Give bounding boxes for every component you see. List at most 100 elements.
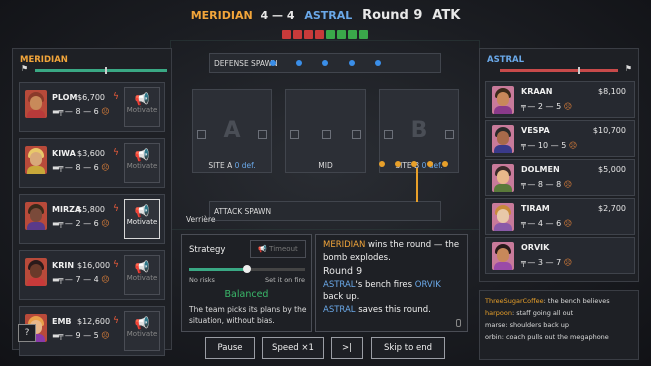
avatar-shirt xyxy=(494,262,512,270)
timeout-button[interactable]: 📢 Timeout xyxy=(250,240,306,258)
gun-icon: ╤ xyxy=(521,141,526,150)
motivate-button[interactable]: 📢 Motivate xyxy=(124,255,160,295)
avatar-face xyxy=(30,264,42,278)
log-round-header: Round 9 xyxy=(323,266,363,277)
motivate-button[interactable]: 📢 Motivate xyxy=(124,311,160,351)
attacker-dot xyxy=(395,161,401,167)
player-name: VESPA xyxy=(521,126,550,135)
player-deaths: 6 xyxy=(93,219,99,228)
avatar-face xyxy=(30,96,42,110)
gun-icon: ╤ xyxy=(521,258,526,267)
gun-icon: ╤ xyxy=(521,219,526,228)
mood-icon: ☹ xyxy=(101,107,110,116)
cover-marker xyxy=(290,130,299,139)
avatar-shirt xyxy=(27,278,45,286)
avatar xyxy=(25,202,47,230)
scroll-indicator[interactable] xyxy=(456,319,461,327)
speed-button[interactable]: Speed ×1 xyxy=(262,337,324,359)
player-name: TIRAM xyxy=(521,204,550,213)
player-card-emb: EMB $12,600 ϟ ▬╤ — 9 — 5 ☹ 📢 Motivate xyxy=(19,306,165,356)
avatar xyxy=(25,146,47,174)
defender-dot xyxy=(322,60,328,66)
player-card-mirza: MIRZA $5,800 ϟ ▬╤ — 2 — 6 ☹ 📢 Motivate xyxy=(19,194,165,244)
round-loss-marker xyxy=(293,30,302,39)
astral-team-bar xyxy=(500,67,618,74)
player-card-tiram: TIRAM $2,700 ╤ — 4 — 6 ☹ xyxy=(485,198,635,235)
megaphone-icon: 📢 xyxy=(134,148,150,162)
player-name: PLOM xyxy=(52,93,78,102)
side-indicator: ATK xyxy=(432,8,461,23)
team-right-name: ASTRAL xyxy=(304,9,353,22)
team-left-name: MERIDIAN xyxy=(190,9,253,22)
avatar-shirt xyxy=(27,110,45,118)
player-kills: 9 xyxy=(75,331,81,340)
player-money: $5,000 xyxy=(598,165,626,174)
cover-marker xyxy=(322,130,331,139)
player-deaths: 6 xyxy=(93,107,99,116)
help-button[interactable]: ? xyxy=(18,324,36,342)
event-log: MERIDIAN wins the round — the bomb explo… xyxy=(315,234,468,332)
player-kills: 4 xyxy=(537,219,544,228)
chat-message: harpoon: staff going all out xyxy=(485,309,574,317)
gun-icon: ╤ xyxy=(521,102,526,111)
player-money: $10,700 xyxy=(592,126,626,135)
player-deaths: 8 xyxy=(556,180,562,189)
avatar-face xyxy=(497,92,509,106)
player-deaths: 5 xyxy=(561,141,567,150)
log-entry: ASTRAL's bench fires ORVIK back up. xyxy=(323,279,441,303)
player-stats: ▬╤ — 2 — 6 ☹ xyxy=(52,219,110,228)
risk-high-label: Set it on fire xyxy=(265,276,305,284)
motivate-button[interactable]: 📢 Motivate xyxy=(124,87,160,127)
player-money: $12,600 xyxy=(77,317,111,326)
avatar-shirt xyxy=(27,166,45,174)
risk-slider-knob[interactable] xyxy=(243,265,251,273)
avatar-shirt xyxy=(494,184,512,192)
player-card-vespa: VESPA $10,700 ╤ — 10 — 5 ☹ xyxy=(485,120,635,157)
player-stats: ╤ — 3 — 7 ☹ xyxy=(521,258,573,267)
strategy-title: Strategy xyxy=(189,245,226,255)
motivate-label: Motivate xyxy=(126,218,158,226)
player-kills: 10 xyxy=(537,141,549,150)
player-deaths: 6 xyxy=(556,219,562,228)
player-stats: ╤ — 2 — 5 ☹ xyxy=(521,102,573,111)
round-loss-marker xyxy=(304,30,313,39)
defender-dot xyxy=(349,60,355,66)
avatar-shirt xyxy=(494,145,512,153)
attacker-dot xyxy=(427,161,433,167)
motivate-label: Motivate xyxy=(126,274,158,282)
avatar-face xyxy=(30,208,42,222)
risk-low-label: No risks xyxy=(189,276,215,284)
meridian-panel: MERIDIAN ⚑ PLOM $6,700 ϟ ▬╤ — 8 — 6 ☹ 📢 Motiv… xyxy=(12,48,172,356)
mood-icon: ☹ xyxy=(563,102,573,111)
energy-icon: ϟ xyxy=(113,260,119,270)
player-stats: ▬╤ — 9 — 5 ☹ xyxy=(52,331,110,340)
strategy-mode: Balanced xyxy=(224,289,269,300)
mood-icon: ☹ xyxy=(563,258,573,267)
round-win-marker xyxy=(348,30,357,39)
player-card-kraan: KRAAN $8,100 ╤ — 2 — 5 ☹ xyxy=(485,81,635,118)
chat-message: marse: shoulders back up xyxy=(485,321,570,329)
avatar-face xyxy=(497,209,509,223)
player-stats: ▬╤ — 8 — 6 ☹ xyxy=(52,163,110,172)
player-deaths: 7 xyxy=(556,258,562,267)
strategy-description: The team picks its plans by the situatio… xyxy=(189,305,307,325)
player-name: KIWA xyxy=(52,149,76,158)
timeout-label: Timeout xyxy=(269,245,298,253)
mid: MID xyxy=(285,89,366,173)
motivate-button[interactable]: 📢 Motivate xyxy=(124,199,160,239)
defender-dot xyxy=(270,60,276,66)
skip-to-end-button[interactable]: Skip to end xyxy=(371,337,445,359)
log-entry: ASTRAL saves this round. xyxy=(323,304,431,315)
score: 4 — 4 xyxy=(260,9,295,22)
pause-button[interactable]: Pause xyxy=(205,337,255,359)
motivate-button[interactable]: 📢 Motivate xyxy=(124,143,160,183)
avatar-face xyxy=(497,131,509,145)
step-button[interactable]: >| xyxy=(331,337,363,359)
player-card-orvik: ORVIK ╤ — 3 — 7 ☹ xyxy=(485,237,635,274)
round-history xyxy=(282,30,368,39)
flag-icon: ⚑ xyxy=(624,64,632,73)
avatar xyxy=(492,164,514,192)
player-stats: ▬╤ — 8 — 6 ☹ xyxy=(52,107,110,116)
risk-slider[interactable] xyxy=(189,265,305,273)
mood-icon: ☹ xyxy=(101,331,110,340)
